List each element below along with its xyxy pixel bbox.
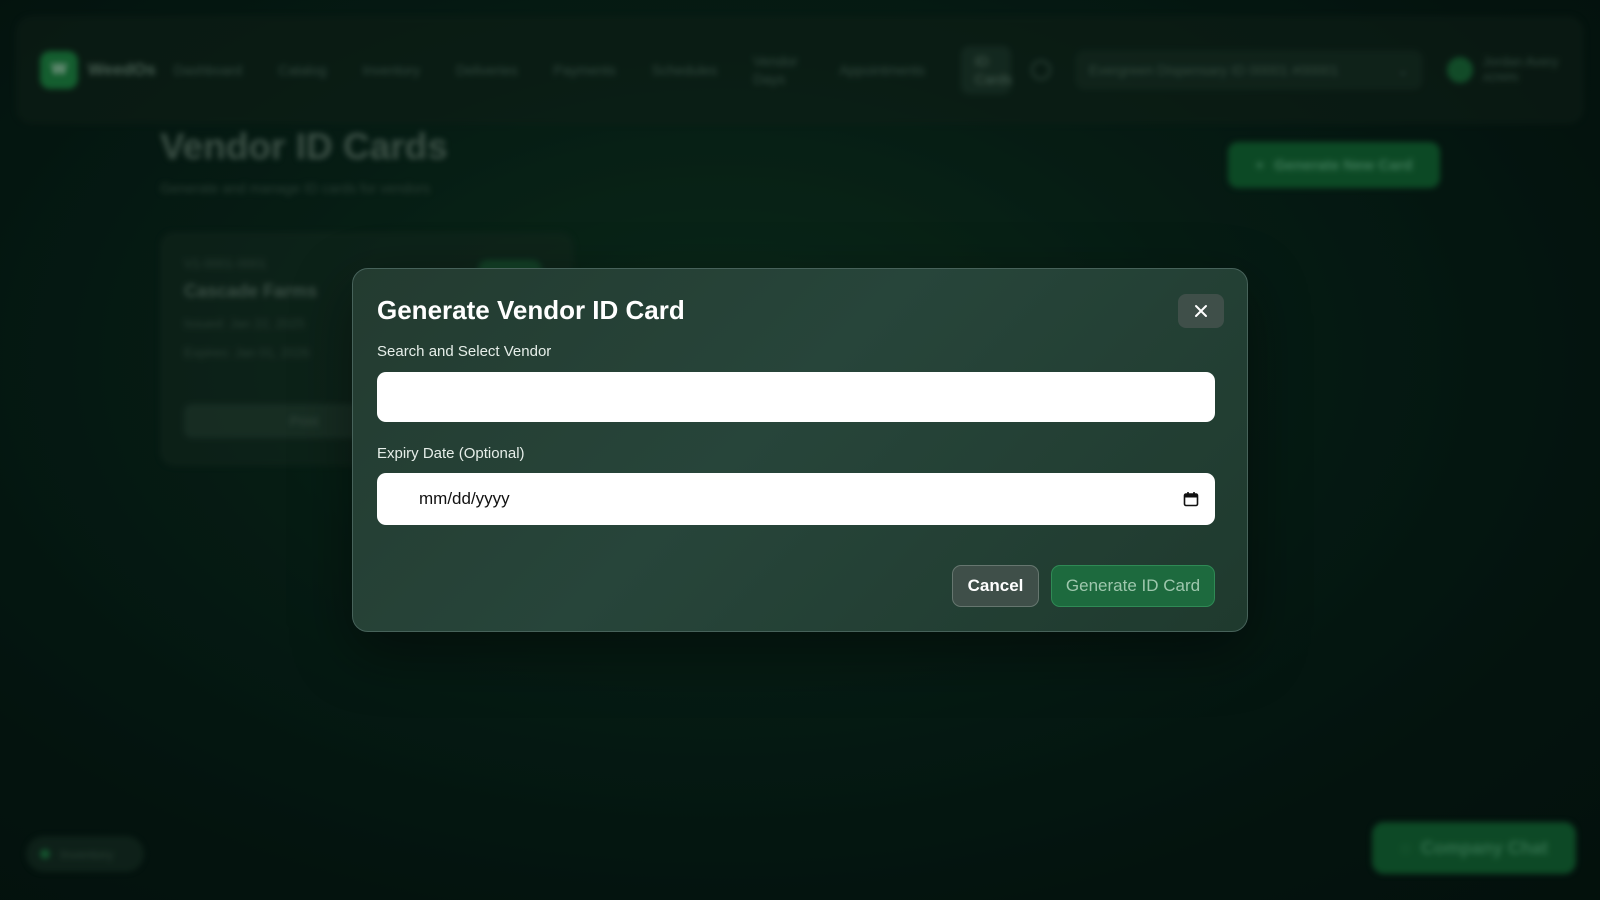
close-icon bbox=[1195, 305, 1207, 317]
expiry-date-label: Expiry Date (Optional) bbox=[377, 445, 525, 462]
generate-id-card-button[interactable]: Generate ID Card bbox=[1051, 565, 1215, 607]
generate-vendor-id-card-modal: Generate Vendor ID Card Search and Selec… bbox=[352, 268, 1248, 632]
search-vendor-label: Search and Select Vendor bbox=[377, 343, 552, 360]
expiry-date-input[interactable]: mm/dd/yyyy bbox=[377, 473, 1215, 525]
calendar-icon[interactable] bbox=[1183, 491, 1199, 507]
search-vendor-input[interactable] bbox=[377, 372, 1215, 422]
close-button[interactable] bbox=[1178, 294, 1224, 328]
cancel-button[interactable]: Cancel bbox=[952, 565, 1039, 607]
expiry-date-placeholder: mm/dd/yyyy bbox=[419, 489, 510, 508]
modal-title: Generate Vendor ID Card bbox=[377, 295, 685, 325]
